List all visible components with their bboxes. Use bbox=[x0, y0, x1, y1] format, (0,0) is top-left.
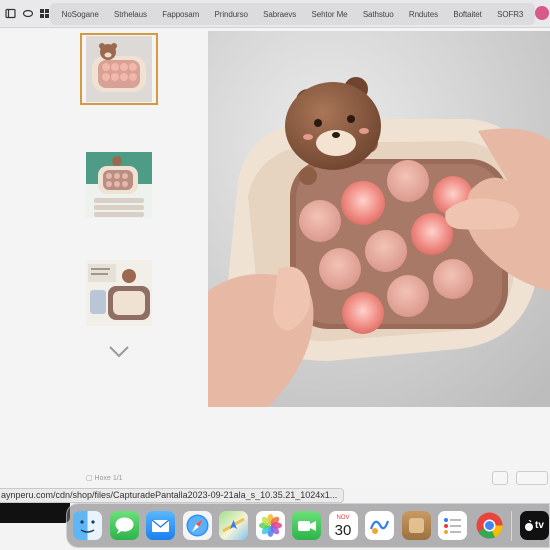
safari-app-icon[interactable] bbox=[182, 511, 212, 540]
zoom-control[interactable] bbox=[492, 471, 508, 485]
image-footer: ▢ Hoxe 1/1 bbox=[80, 469, 550, 487]
green-toy-thumbnail-image bbox=[86, 152, 152, 218]
bookmark-item[interactable]: Sabraevs bbox=[263, 10, 296, 19]
bookmark-item[interactable]: SOFR3 bbox=[497, 10, 523, 19]
dock: NOV 30 tv bbox=[66, 503, 550, 548]
reminders-app-icon[interactable] bbox=[438, 511, 467, 540]
bear-pop-game-toy-photo bbox=[208, 31, 550, 407]
reading-list-icon[interactable] bbox=[4, 7, 17, 20]
chrome-app-icon[interactable] bbox=[475, 511, 504, 540]
product-box-thumbnail-image bbox=[86, 260, 152, 326]
freeform-app-icon[interactable] bbox=[365, 511, 394, 540]
profile-avatar[interactable] bbox=[535, 6, 549, 20]
chevron-down-icon[interactable] bbox=[108, 345, 130, 359]
photos-app-icon[interactable] bbox=[255, 511, 285, 540]
notes-tile-app-icon[interactable] bbox=[401, 511, 431, 540]
bookmarks-bar: NoSogane Strhelaus Fapposam Prindurso Sa… bbox=[0, 0, 550, 28]
bookmark-item[interactable]: Sathstuo bbox=[363, 10, 394, 19]
calendar-app-icon[interactable]: NOV 30 bbox=[328, 511, 358, 540]
gallery-thumbnail-2[interactable] bbox=[80, 149, 158, 221]
share-control[interactable] bbox=[516, 471, 548, 485]
apple-tv-app-icon[interactable]: tv bbox=[519, 511, 549, 540]
maps-app-icon[interactable] bbox=[219, 511, 248, 540]
mail-app-icon[interactable] bbox=[146, 511, 175, 540]
dock-separator bbox=[511, 510, 512, 541]
bookmark-list: NoSogane Strhelaus Fapposam Prindurso Sa… bbox=[50, 3, 535, 25]
main-product-image[interactable] bbox=[208, 31, 550, 407]
calendar-day: 30 bbox=[334, 521, 352, 539]
product-page: ▢ Hoxe 1/1 bbox=[0, 29, 550, 489]
bookmark-item[interactable]: Boftaitet bbox=[453, 10, 482, 19]
bookmark-item[interactable]: Fapposam bbox=[162, 10, 199, 19]
bear-toy-thumbnail-image bbox=[86, 36, 152, 102]
bookmark-item[interactable]: Sehtor Me bbox=[311, 10, 347, 19]
messages-app-icon[interactable] bbox=[109, 511, 139, 540]
bookmark-item[interactable]: Strhelaus bbox=[114, 10, 147, 19]
facetime-app-icon[interactable] bbox=[292, 511, 321, 540]
window-edge bbox=[0, 503, 70, 523]
bookmark-item[interactable]: NoSogane bbox=[62, 10, 99, 19]
image-counter: ▢ Hoxe 1/1 bbox=[86, 475, 123, 482]
status-url-bar: aynperu.com/cdn/shop/files/CapturadePant… bbox=[0, 488, 345, 503]
gallery-thumbnail-3[interactable] bbox=[80, 257, 158, 329]
bookmark-item[interactable]: Prindurso bbox=[215, 10, 248, 19]
calendar-month: NOV bbox=[336, 514, 350, 521]
tv-label: tv bbox=[535, 520, 544, 531]
bookmark-item[interactable]: Rndutes bbox=[409, 10, 438, 19]
gallery-thumbnail-1[interactable] bbox=[80, 33, 158, 105]
finder-app-icon[interactable] bbox=[73, 511, 102, 540]
glasses-icon[interactable] bbox=[21, 7, 34, 20]
